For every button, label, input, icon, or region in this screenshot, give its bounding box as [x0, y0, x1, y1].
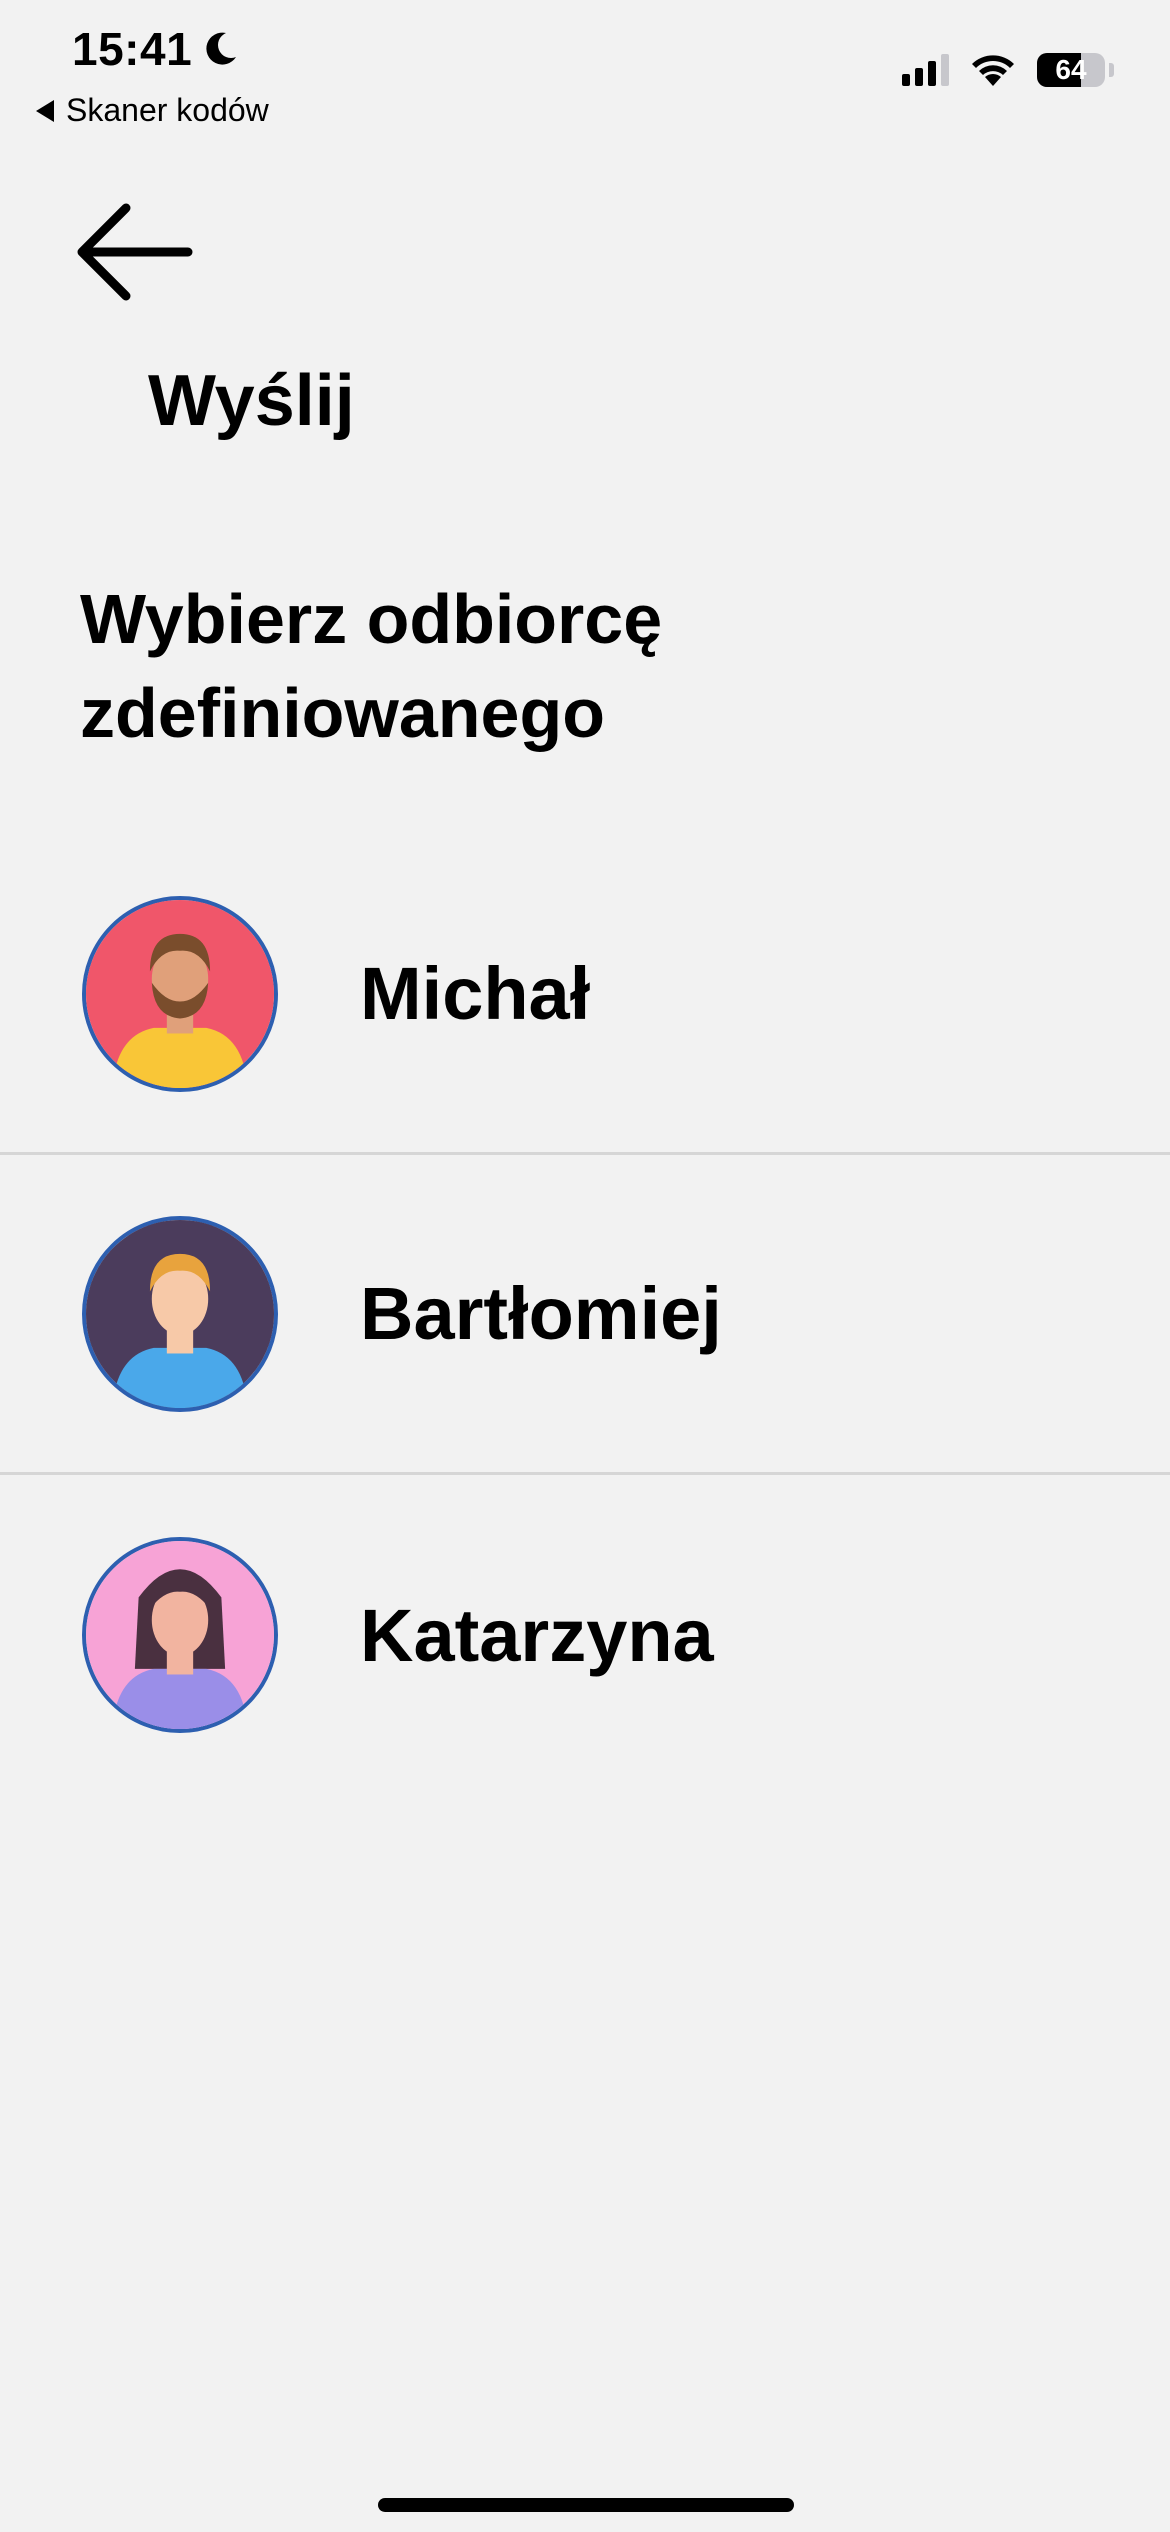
page-title: Wyślij [148, 361, 355, 441]
back-app-label: Skaner kodów [66, 92, 269, 128]
back-to-app-link[interactable]: Skaner kodów [36, 92, 269, 129]
recipient-name: Katarzyna [360, 1593, 714, 1677]
recipient-name: Bartłomiej [360, 1272, 722, 1355]
section-title: Wybierz odbiorcę zdefiniowanego [80, 580, 663, 752]
recipient-name: Michał [360, 952, 591, 1035]
recipient-row[interactable]: Michał [0, 835, 1170, 1155]
recipient-row[interactable]: Katarzyna [0, 1475, 1170, 1795]
status-indicators: 64 [902, 52, 1114, 88]
recipient-list: Michał Bartłomiej Katarzyna [0, 835, 1170, 1795]
battery-icon: 64 [1037, 53, 1105, 87]
avatar-woman-icon [82, 1537, 278, 1733]
cellular-signal-icon [902, 54, 949, 86]
home-indicator[interactable] [378, 2498, 794, 2512]
avatar-man-beard-icon [82, 895, 278, 1092]
clock-text: 15:41 [72, 23, 193, 75]
recipient-row[interactable]: Bartłomiej [0, 1155, 1170, 1475]
avatar-man-blond-icon [82, 1215, 278, 1412]
status-time: 15:41 [72, 22, 240, 76]
battery-level: 64 [1055, 54, 1087, 85]
back-triangle-icon [36, 99, 54, 122]
arrow-left-icon[interactable] [74, 200, 194, 304]
moon-icon [206, 32, 237, 65]
battery-cap [1109, 63, 1114, 77]
wifi-icon [972, 55, 1014, 86]
